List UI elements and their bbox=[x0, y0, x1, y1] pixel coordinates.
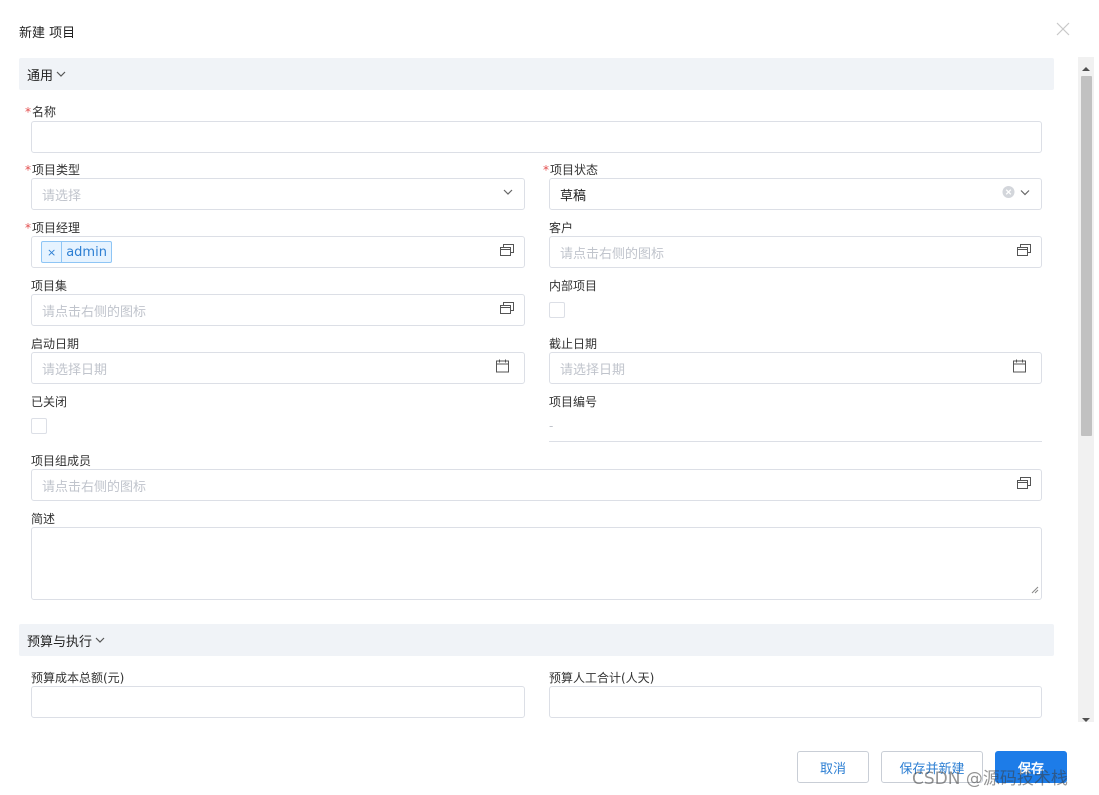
start-date-label: 启动日期 bbox=[31, 337, 80, 351]
chevron-down-icon[interactable] bbox=[502, 186, 514, 202]
project-set-label: 项目集 bbox=[31, 279, 68, 293]
project-status-label: *项目状态 bbox=[543, 163, 599, 177]
calendar-icon[interactable] bbox=[1013, 359, 1026, 377]
picker-window-icon[interactable] bbox=[1017, 244, 1031, 260]
clear-circle-icon[interactable] bbox=[1002, 186, 1015, 203]
project-type-select[interactable]: 请选择 bbox=[31, 178, 525, 210]
resize-grip-icon[interactable] bbox=[1031, 583, 1039, 597]
project-manager-input[interactable]: × admin bbox=[31, 236, 525, 268]
internal-project-checkbox[interactable] bbox=[549, 302, 565, 318]
project-manager-label: *项目经理 bbox=[25, 221, 81, 235]
closed-checkbox[interactable] bbox=[31, 418, 47, 434]
closed-label: 已关闭 bbox=[31, 395, 68, 409]
chevron-down-icon bbox=[94, 634, 106, 646]
internal-project-label: 内部项目 bbox=[549, 279, 598, 293]
end-date-placeholder: 请选择日期 bbox=[560, 362, 626, 378]
project-type-label: *项目类型 bbox=[25, 163, 81, 177]
project-set-placeholder: 请点击右侧的图标 bbox=[42, 304, 147, 320]
budget-labor-input[interactable] bbox=[549, 686, 1042, 718]
description-textarea[interactable] bbox=[31, 527, 1042, 600]
section-general-label: 通用 bbox=[27, 68, 54, 84]
picker-window-icon[interactable] bbox=[500, 302, 514, 318]
budget-cost-label: 预算成本总额(元) bbox=[31, 671, 125, 685]
scrollbar-thumb[interactable] bbox=[1081, 76, 1092, 436]
members-placeholder: 请点击右侧的图标 bbox=[42, 479, 147, 495]
end-date-picker[interactable]: 请选择日期 bbox=[549, 352, 1042, 384]
required-mark: * bbox=[543, 163, 549, 177]
form-scroll-area[interactable]: 通用 *名称 *项目类型 请选择 *项目状态 草稿 *项目经理 × admin … bbox=[0, 57, 1076, 722]
description-label: 简述 bbox=[31, 512, 56, 526]
section-general-header[interactable]: 通用 bbox=[19, 58, 1054, 90]
budget-labor-label: 预算人工合计(人天) bbox=[549, 671, 655, 685]
tag-remove-icon[interactable]: × bbox=[42, 242, 63, 262]
project-code-value: - bbox=[549, 419, 554, 433]
project-type-placeholder: 请选择 bbox=[42, 188, 82, 204]
start-date-picker[interactable]: 请选择日期 bbox=[31, 352, 525, 384]
required-mark: * bbox=[25, 105, 31, 119]
selected-user-tag: × admin bbox=[41, 241, 112, 263]
required-mark: * bbox=[25, 221, 31, 235]
customer-placeholder: 请点击右侧的图标 bbox=[560, 246, 665, 262]
dialog-title: 新建 项目 bbox=[19, 26, 76, 41]
start-date-placeholder: 请选择日期 bbox=[42, 362, 108, 378]
required-mark: * bbox=[25, 163, 31, 177]
scroll-down-arrow-icon[interactable] bbox=[1081, 713, 1091, 722]
section-budget-header[interactable]: 预算与执行 bbox=[19, 624, 1054, 656]
calendar-icon[interactable] bbox=[496, 359, 509, 377]
picker-window-icon[interactable] bbox=[500, 244, 514, 260]
cancel-button[interactable]: 取消 bbox=[797, 751, 869, 783]
members-label: 项目组成员 bbox=[31, 454, 92, 468]
end-date-label: 截止日期 bbox=[549, 337, 598, 351]
project-set-input[interactable]: 请点击右侧的图标 bbox=[31, 294, 525, 326]
chevron-down-icon[interactable] bbox=[1019, 186, 1031, 202]
project-code-label: 项目编号 bbox=[549, 395, 598, 409]
picker-window-icon[interactable] bbox=[1017, 477, 1031, 493]
close-icon[interactable] bbox=[1054, 20, 1072, 38]
scroll-up-arrow-icon[interactable] bbox=[1081, 62, 1091, 71]
customer-input[interactable]: 请点击右侧的图标 bbox=[549, 236, 1042, 268]
save-button[interactable]: 保存 bbox=[995, 751, 1067, 783]
name-label: *名称 bbox=[25, 105, 57, 119]
chevron-down-icon bbox=[55, 68, 67, 80]
name-input[interactable] bbox=[31, 121, 1042, 153]
customer-label: 客户 bbox=[549, 221, 574, 235]
project-status-value: 草稿 bbox=[560, 188, 587, 204]
budget-cost-input[interactable] bbox=[31, 686, 525, 718]
members-input[interactable]: 请点击右侧的图标 bbox=[31, 469, 1042, 501]
project-code-underline bbox=[549, 441, 1042, 442]
section-budget-label: 预算与执行 bbox=[27, 634, 93, 650]
save-and-new-button[interactable]: 保存并新建 bbox=[881, 751, 983, 783]
project-status-select[interactable]: 草稿 bbox=[549, 178, 1042, 210]
tag-label: admin bbox=[66, 244, 107, 260]
